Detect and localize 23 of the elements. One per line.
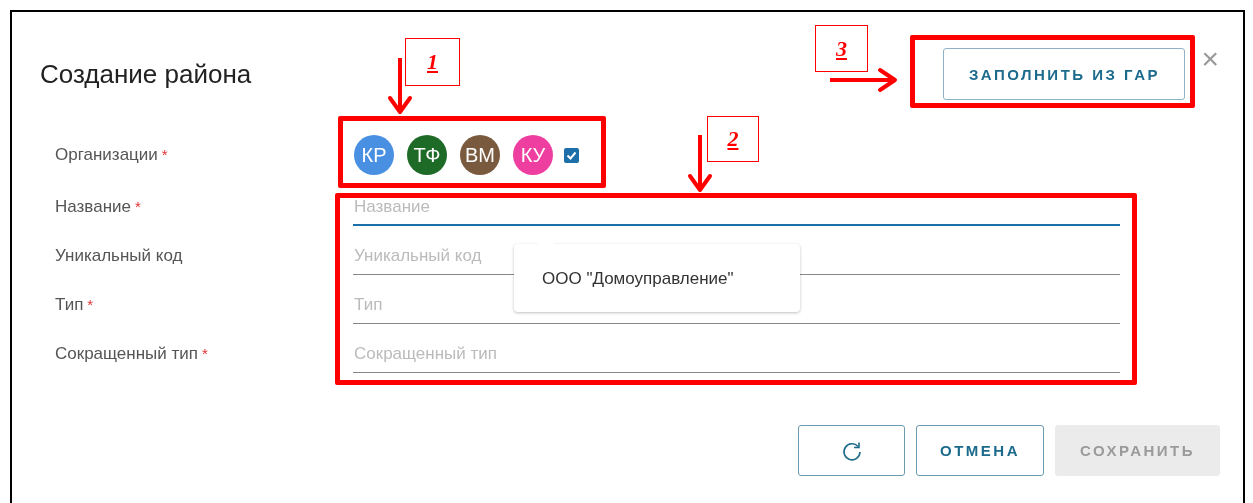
callout-number: 2 xyxy=(707,116,759,162)
dialog-button[interactable]: ОТМЕНА xyxy=(916,425,1044,476)
checkbox[interactable] xyxy=(564,147,579,163)
organization-avatar[interactable]: КУ xyxy=(513,135,553,175)
refresh-button[interactable] xyxy=(798,425,905,476)
callout-arrow xyxy=(688,135,712,192)
field-label: Тип * xyxy=(55,295,95,316)
fill-from-gar-button[interactable]: ЗАПОЛНИТЬ ИЗ ГАР xyxy=(943,48,1186,100)
organization-avatar[interactable]: ВМ xyxy=(460,135,500,175)
field-label: Сокращенный тип * xyxy=(55,344,209,365)
callout-arrow xyxy=(388,58,412,114)
organization-avatar[interactable]: КР xyxy=(354,135,394,175)
callout-arrow xyxy=(830,68,897,92)
callout-number: 3 xyxy=(815,25,868,72)
dialog-title: Создание района xyxy=(40,58,252,90)
organizations-label: Организации * xyxy=(55,145,169,165)
callout-number: 1 xyxy=(405,38,460,86)
field-label: Уникальный код xyxy=(55,246,184,267)
field-label: Название * xyxy=(55,197,142,218)
text-field[interactable]: Тип xyxy=(353,295,1120,324)
text-field[interactable]: Сокращенный тип xyxy=(353,344,1120,373)
organization-avatar[interactable]: ТФ xyxy=(407,135,447,175)
text-field[interactable]: Название xyxy=(353,197,1120,226)
